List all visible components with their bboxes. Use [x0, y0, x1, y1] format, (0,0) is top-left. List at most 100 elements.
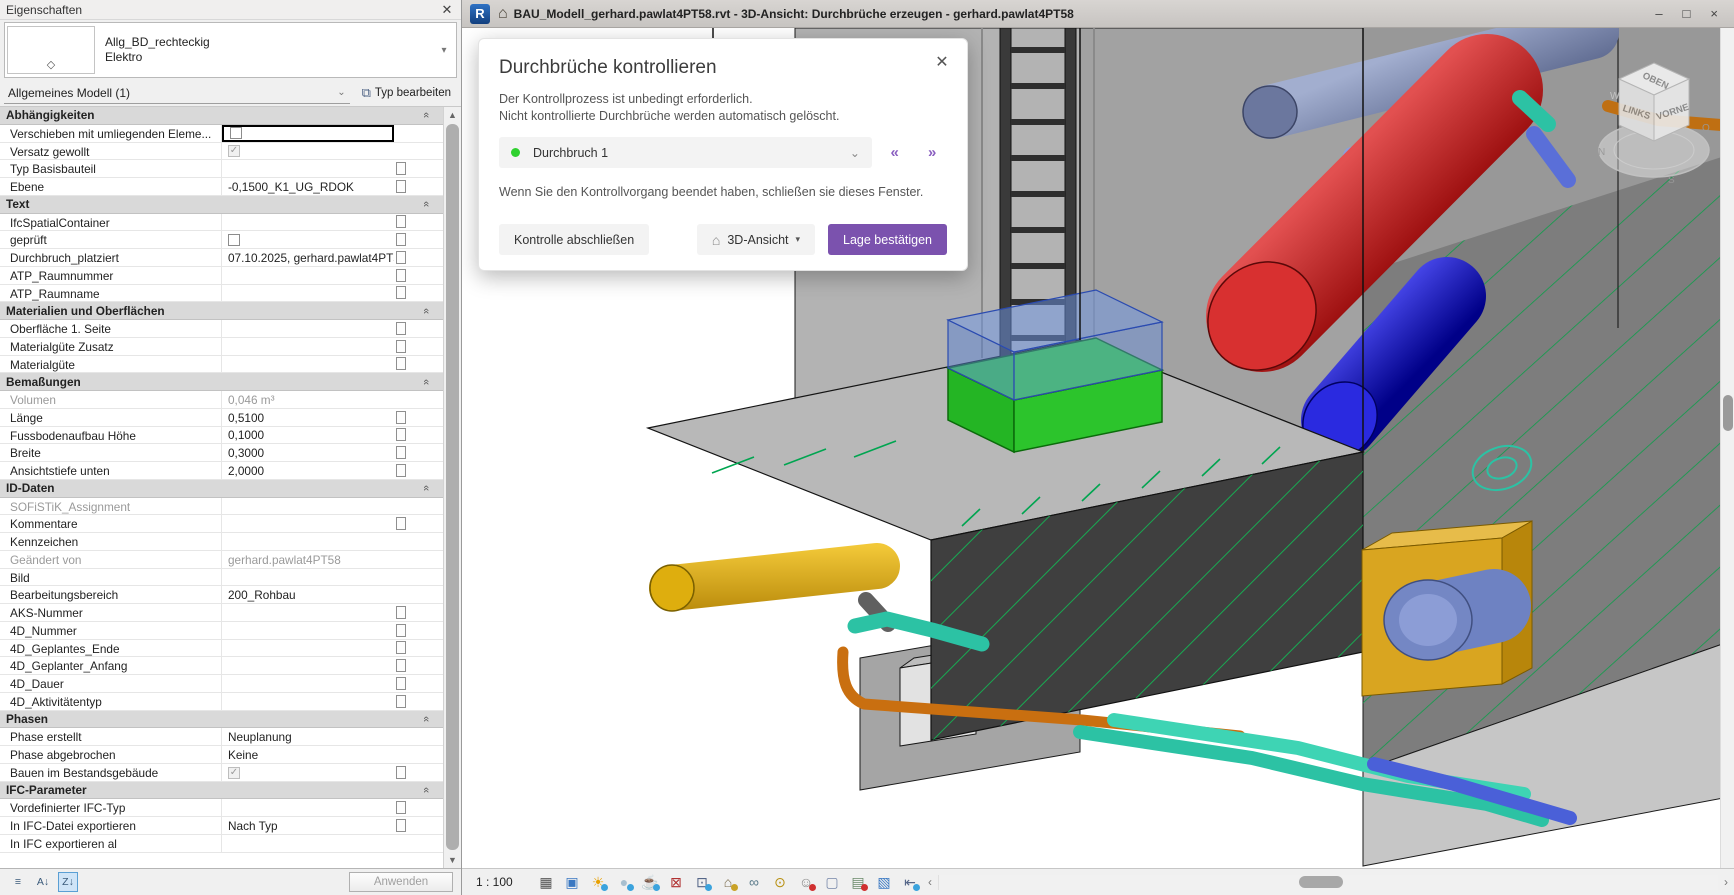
properties-scrollbar[interactable]: ▲ ▼ [443, 107, 461, 868]
collapse-section-icon[interactable]: « [420, 112, 432, 118]
property-value[interactable] [222, 533, 394, 550]
close-icon[interactable]: ✕ [439, 2, 455, 18]
locked-3d-view-icon[interactable]: ⌂ [716, 871, 740, 893]
sun-path-icon[interactable]: ☀ [586, 871, 610, 893]
associate-parameter-button[interactable] [396, 340, 406, 353]
property-value[interactable] [222, 231, 394, 248]
scroll-up-icon[interactable]: ▲ [444, 107, 461, 123]
associate-parameter-button[interactable] [396, 766, 406, 779]
reveal-constraints-icon[interactable]: ⇤ [898, 871, 922, 893]
property-section-header[interactable]: ID-Daten« [0, 480, 443, 498]
property-section-header[interactable]: Phasen« [0, 711, 443, 729]
associate-parameter-button[interactable] [396, 517, 406, 530]
yellow-duct-box[interactable] [1362, 521, 1532, 696]
displaced-elements-icon[interactable]: ▧ [872, 871, 896, 893]
scroll-down-icon[interactable]: ▼ [444, 852, 461, 868]
viewport-vertical-scrollbar[interactable] [1720, 28, 1734, 868]
associate-parameter-button[interactable] [396, 641, 406, 654]
associate-parameter-button[interactable] [396, 606, 406, 619]
close-icon[interactable]: ✕ [931, 51, 953, 73]
associate-parameter-button[interactable] [396, 357, 406, 370]
associate-parameter-button[interactable] [396, 464, 406, 477]
property-value[interactable] [222, 160, 394, 177]
properties-panel-titlebar[interactable]: Eigenschaften ✕ [0, 0, 461, 20]
sort-descending-icon[interactable]: Z↓ [58, 872, 78, 892]
crop-view-icon[interactable]: ⊠ [664, 871, 688, 893]
apply-button[interactable]: Anwenden [349, 872, 453, 892]
property-value[interactable]: 0,046 m³ [222, 391, 394, 408]
property-value[interactable] [222, 356, 394, 373]
property-value[interactable]: ✓ [222, 143, 394, 160]
associate-parameter-button[interactable] [396, 411, 406, 424]
property-value[interactable] [222, 267, 394, 284]
window-titlebar[interactable]: R ⌂ BAU_Modell_gerhard.pawlat4PT58.rvt -… [462, 0, 1734, 28]
property-section-header[interactable]: Materialien und Oberflächen« [0, 302, 443, 320]
associate-parameter-button[interactable] [396, 162, 406, 175]
confirm-position-button[interactable]: Lage bestätigen [828, 224, 947, 255]
view-selector-button[interactable]: ⌂ 3D-Ansicht ▾ [697, 224, 815, 255]
show-crop-region-icon[interactable]: ⊡ [690, 871, 714, 893]
property-value[interactable] [222, 338, 394, 355]
property-value[interactable]: 2,0000 [222, 462, 394, 479]
scrollbar-thumb[interactable] [1723, 395, 1733, 431]
durchbruch-dropdown[interactable]: Durchbruch 1 ⌄ [499, 137, 872, 168]
associate-parameter-button[interactable] [396, 695, 406, 708]
durchbruch-highlight[interactable] [948, 290, 1162, 452]
collapse-section-icon[interactable]: « [420, 379, 432, 385]
property-value[interactable] [222, 515, 394, 532]
property-value[interactable]: 07.10.2025, gerhard.pawlat4PT58 [222, 249, 394, 266]
property-value[interactable]: 0,3000 [222, 444, 394, 461]
previous-durchbruch-button[interactable]: « [880, 144, 910, 161]
associate-parameter-button[interactable] [396, 428, 406, 441]
associate-parameter-button[interactable] [396, 269, 406, 282]
property-value[interactable]: Keine [222, 746, 394, 763]
viewcube[interactable]: N O S W OBEN LINKS VORNE [1596, 53, 1716, 198]
property-section-header[interactable]: IFC-Parameter« [0, 782, 443, 800]
property-value[interactable] [222, 125, 394, 142]
type-selector[interactable]: ◇ Allg_BD_rechteckig Elektro ▾ [4, 22, 457, 78]
worksharing-display-icon[interactable]: ☺ [794, 871, 818, 893]
property-section-header[interactable]: Text« [0, 196, 443, 214]
property-value[interactable] [222, 604, 394, 621]
property-value[interactable] [222, 657, 394, 674]
property-value[interactable] [222, 799, 394, 816]
associate-parameter-button[interactable] [396, 180, 406, 193]
associate-parameter-button[interactable] [396, 233, 406, 246]
temporary-view-properties-icon[interactable]: ▢ [820, 871, 844, 893]
property-value[interactable] [222, 285, 394, 302]
visual-style-icon[interactable]: ▣ [560, 871, 584, 893]
property-value[interactable]: Nach Typ [222, 817, 394, 834]
maximize-button[interactable]: □ [1683, 6, 1691, 21]
property-value[interactable] [222, 640, 394, 657]
property-value[interactable] [222, 569, 394, 586]
collapse-section-icon[interactable]: « [420, 787, 432, 793]
collapse-section-icon[interactable]: « [420, 308, 432, 314]
shadows-icon[interactable]: ● [612, 871, 636, 893]
associate-parameter-button[interactable] [396, 286, 406, 299]
associate-parameter-button[interactable] [396, 446, 406, 459]
property-value[interactable]: 0,5100 [222, 409, 394, 426]
checkbox[interactable] [230, 127, 242, 139]
scale-button[interactable]: 1 : 100 [476, 875, 534, 889]
associate-parameter-button[interactable] [396, 819, 406, 832]
property-value[interactable]: 200_Rohbau [222, 586, 394, 603]
next-durchbruch-button[interactable]: » [917, 144, 947, 161]
property-value[interactable] [222, 214, 394, 231]
property-section-header[interactable]: Bemaßungen« [0, 373, 443, 391]
scroll-right-icon[interactable]: › [1718, 875, 1734, 889]
home-icon[interactable]: ⌂ [498, 5, 508, 23]
property-value[interactable] [222, 498, 394, 515]
collapse-section-icon[interactable]: « [420, 201, 432, 207]
associate-parameter-button[interactable] [396, 801, 406, 814]
arrange-properties-icon[interactable]: ≡ [8, 872, 28, 892]
associate-parameter-button[interactable] [396, 659, 406, 672]
property-value[interactable] [222, 622, 394, 639]
3d-viewport[interactable]: N O S W OBEN LINKS VORNE ✕ Durchbrüche k… [462, 28, 1734, 868]
associate-parameter-button[interactable] [396, 624, 406, 637]
viewport-horizontal-scrollbar[interactable] [938, 875, 1718, 890]
property-value[interactable]: Neuplanung [222, 728, 394, 745]
scrollbar-thumb[interactable] [446, 124, 459, 850]
yellow-pipe[interactable] [672, 566, 877, 588]
selection-filter-dropdown[interactable]: Allgemeines Modell (1) ⌄ [4, 82, 350, 104]
chevron-down-icon[interactable]: ▾ [434, 45, 454, 56]
